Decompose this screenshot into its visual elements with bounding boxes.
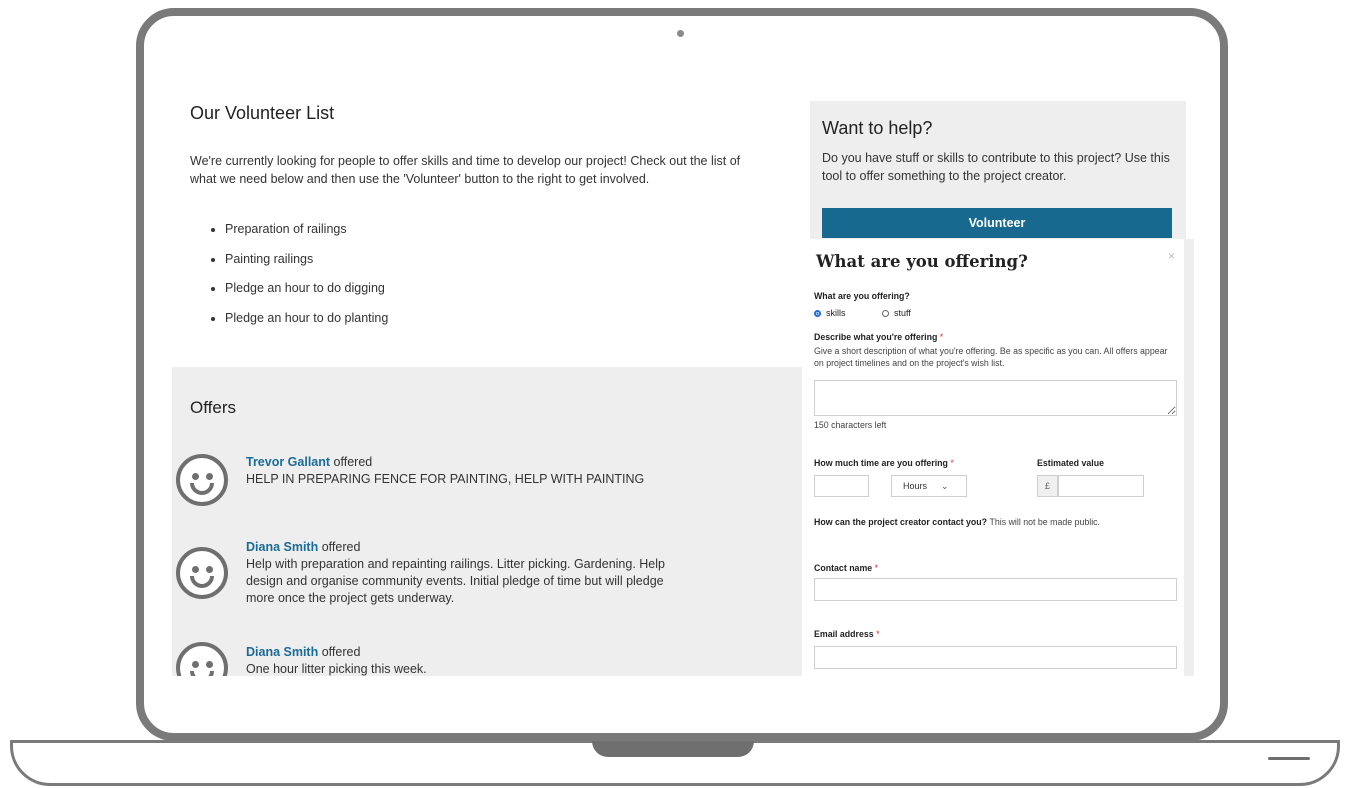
value-input[interactable] <box>1058 475 1144 497</box>
contact-prompt: How can the project creator contact you?… <box>814 517 1100 527</box>
offers-title: Offers <box>190 398 236 417</box>
offer-type-label: What are you offering? <box>814 291 910 301</box>
offer-verb: offered <box>321 645 361 659</box>
volunteer-button[interactable]: Volunteer <box>822 208 1172 238</box>
email-input[interactable] <box>814 646 1177 669</box>
offer-verb: offered <box>321 540 361 554</box>
offerer-link[interactable]: Trevor Gallant <box>246 455 330 469</box>
camera-dot <box>677 30 684 37</box>
time-unit-select[interactable]: Hours ⌄ <box>891 475 967 497</box>
avatar <box>176 642 228 676</box>
contact-name-label: Contact name * <box>814 563 878 573</box>
time-unit-value: Hours <box>903 481 928 491</box>
volunteer-intro: We're currently looking for people to of… <box>190 154 741 186</box>
help-text: Do you have stuff or skills to contribut… <box>822 151 1170 183</box>
list-item: Pledge an hour to do digging <box>225 281 388 311</box>
list-item: Preparation of railings <box>225 222 388 252</box>
required-mark: * <box>874 563 879 573</box>
avatar <box>176 454 228 506</box>
list-item: Painting railings <box>225 252 388 282</box>
chars-left: 150 characters left <box>814 420 887 430</box>
offer-type-radios: skills stuff <box>814 308 911 318</box>
close-icon[interactable]: × <box>1168 249 1175 263</box>
required-mark: * <box>876 629 880 639</box>
radio-selected-icon <box>814 309 821 317</box>
value-label: Estimated value <box>1037 458 1104 468</box>
needs-list: Preparation of railings Painting railing… <box>190 222 388 340</box>
avatar <box>176 547 228 599</box>
offer-text: Trevor Gallant offered HELP IN PREPARING… <box>246 454 676 488</box>
contact-name-input[interactable] <box>814 578 1177 601</box>
email-label: Email address * <box>814 629 880 639</box>
offer-verb: offered <box>333 455 373 469</box>
radio-label: stuff <box>894 308 911 318</box>
offerer-link[interactable]: Diana Smith <box>246 645 318 659</box>
offer-text: Diana Smith offered One hour litter pick… <box>246 644 676 676</box>
required-mark: * <box>939 332 944 342</box>
offers-panel: Offers Trevor Gallant offered HELP IN PR… <box>172 367 802 676</box>
list-item: Pledge an hour to do planting <box>225 311 388 341</box>
contact-name-label-text: Contact name <box>814 563 873 573</box>
offer-text: Diana Smith offered Help with preparatio… <box>246 539 676 607</box>
describe-label: Describe what you're offering * <box>814 332 943 342</box>
time-label-text: How much time are you offering <box>814 458 948 468</box>
screen: Our Volunteer List We're currently looki… <box>172 56 1197 676</box>
radio-unselected-icon <box>882 309 889 317</box>
offer-description: Help with preparation and repainting rai… <box>246 557 665 605</box>
required-mark: * <box>950 458 954 468</box>
chevron-down-icon: ⌄ <box>941 480 949 491</box>
describe-label-text: Describe what you're offering <box>814 332 938 342</box>
laptop-slot <box>1268 757 1310 760</box>
time-input[interactable] <box>814 475 869 497</box>
offer-description: One hour litter picking this week. <box>246 662 427 676</box>
contact-prompt-text: How can the project creator contact you? <box>814 517 988 527</box>
radio-label: skills <box>826 308 846 318</box>
contact-note: This will not be made public. <box>989 517 1101 527</box>
radio-skills[interactable]: skills <box>814 308 882 318</box>
help-title: Want to help? <box>822 118 933 138</box>
offer-description: HELP IN PREPARING FENCE FOR PAINTING, HE… <box>246 472 645 486</box>
email-label-text: Email address <box>814 629 874 639</box>
laptop-notch <box>592 741 754 757</box>
describe-textarea[interactable] <box>814 380 1177 416</box>
radio-stuff[interactable]: stuff <box>882 308 911 318</box>
modal-title: What are you offering? <box>816 252 1028 271</box>
offer-modal: × What are you offering? What are you of… <box>802 239 1194 676</box>
offerer-link[interactable]: Diana Smith <box>246 540 318 554</box>
currency-prefix: £ <box>1037 475 1058 497</box>
time-label: How much time are you offering * <box>814 458 954 468</box>
volunteer-list-title: Our Volunteer List <box>190 103 335 123</box>
describe-help: Give a short description of what you're … <box>814 346 1168 368</box>
